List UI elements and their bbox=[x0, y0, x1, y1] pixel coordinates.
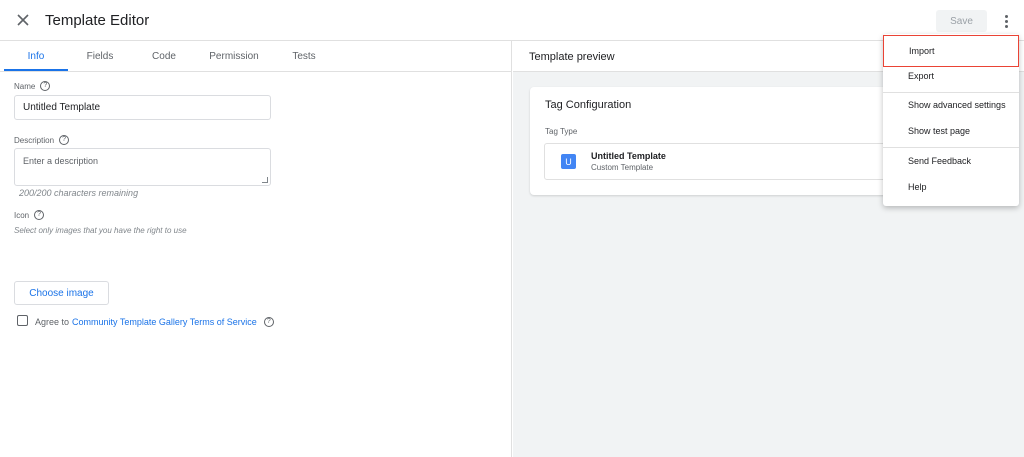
icon-hint: Select only images that you have the rig… bbox=[14, 226, 187, 235]
agree-checkbox[interactable] bbox=[17, 315, 28, 326]
template-icon: U bbox=[561, 154, 576, 169]
menu-item-send-feedback[interactable]: Send Feedback bbox=[883, 148, 1019, 174]
tab-bar: Info Fields Code Permission Tests bbox=[0, 41, 512, 72]
tag-type-label: Tag Type bbox=[545, 127, 578, 136]
card-title: Tag Configuration bbox=[545, 99, 632, 111]
close-icon[interactable] bbox=[14, 11, 32, 29]
choose-image-button[interactable]: Choose image bbox=[14, 281, 109, 305]
icon-label: Icon ? bbox=[14, 210, 45, 220]
menu-item-help[interactable]: Help bbox=[883, 174, 1019, 200]
resize-handle-icon[interactable] bbox=[262, 177, 268, 183]
page-title: Template Editor bbox=[45, 12, 150, 29]
menu-item-export[interactable]: Export bbox=[883, 63, 1019, 89]
tag-name: Untitled Template bbox=[591, 151, 666, 161]
description-input[interactable]: Enter a description bbox=[14, 148, 271, 186]
char-counter: 200/200 characters remaining bbox=[19, 188, 139, 198]
description-label: Description ? bbox=[14, 135, 70, 145]
agree-text: Agree to Community Template Gallery Term… bbox=[35, 317, 274, 327]
tab-info[interactable]: Info bbox=[4, 41, 68, 72]
help-icon[interactable]: ? bbox=[34, 210, 45, 220]
menu-item-show-test-page[interactable]: Show test page bbox=[883, 118, 1019, 144]
menu-item-show-advanced-settings[interactable]: Show advanced settings bbox=[883, 92, 1019, 118]
save-button[interactable]: Save bbox=[936, 10, 987, 32]
preview-title: Template preview bbox=[529, 51, 615, 63]
tab-fields[interactable]: Fields bbox=[76, 41, 124, 72]
terms-link[interactable]: Community Template Gallery Terms of Serv… bbox=[72, 317, 257, 327]
tab-code[interactable]: Code bbox=[140, 41, 188, 72]
help-icon[interactable]: ? bbox=[59, 135, 70, 145]
name-label: Name ? bbox=[14, 81, 51, 91]
more-options-icon[interactable] bbox=[999, 12, 1013, 30]
active-tab-indicator bbox=[4, 69, 68, 71]
tab-permission[interactable]: Permission bbox=[204, 41, 264, 72]
top-bar: Template Editor Save bbox=[0, 0, 1024, 41]
tab-tests[interactable]: Tests bbox=[280, 41, 328, 72]
help-icon[interactable]: ? bbox=[40, 81, 51, 91]
tag-subtitle: Custom Template bbox=[591, 163, 654, 172]
info-panel: Info Fields Code Permission Tests Name ?… bbox=[0, 41, 512, 457]
name-input[interactable]: Untitled Template bbox=[14, 95, 271, 120]
help-icon[interactable]: ? bbox=[263, 317, 274, 327]
more-options-menu: Import Export Show advanced settings Sho… bbox=[883, 34, 1019, 206]
